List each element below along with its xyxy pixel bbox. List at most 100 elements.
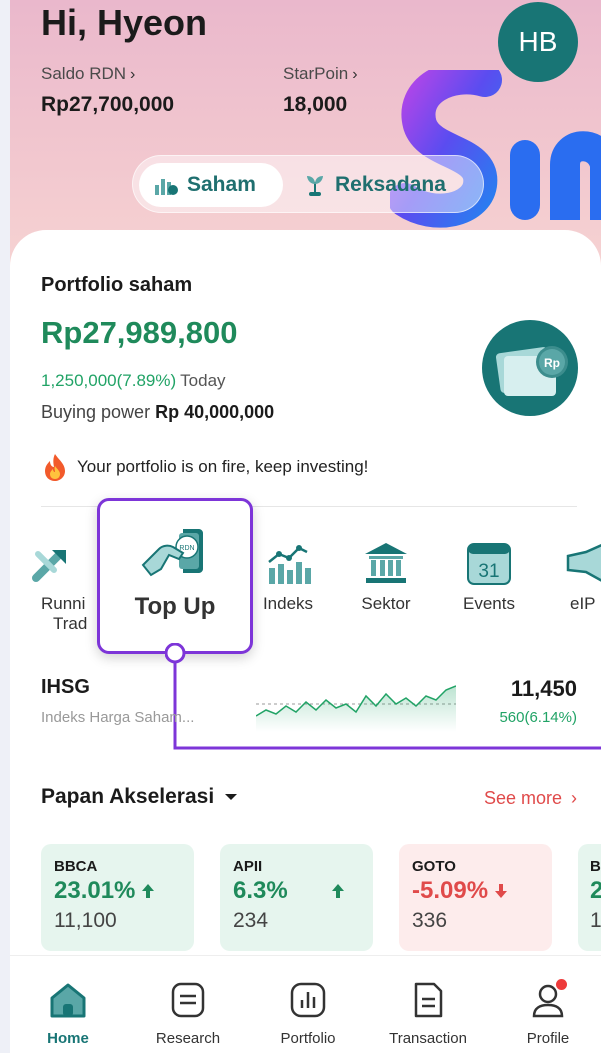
menu-topup[interactable]: RDN Top Up — [97, 498, 253, 654]
papan-title-text: Papan Akselerasi — [41, 785, 215, 808]
money-stack-icon: Rp — [482, 320, 578, 416]
buying-power-value: Rp 40,000,000 — [155, 402, 275, 422]
stock-change-value: 23.01% — [54, 877, 136, 904]
starpoin-value: 18,000 — [283, 93, 348, 116]
stock-change-value: -5.09% — [412, 877, 489, 904]
stock-price: 11,100 — [54, 909, 117, 932]
stock-code: BBCA — [54, 858, 98, 875]
saldo-rdn-link[interactable]: Saldo RDN › — [41, 64, 135, 84]
app-screen: Hi, Hyeon HB Saldo RDN › Rp27,700,000 Sta… — [10, 0, 601, 1053]
papan-akselerasi-dropdown[interactable]: Papan Akselerasi — [41, 785, 238, 809]
buying-power: Buying power Rp 40,000,000 — [41, 402, 274, 423]
stock-change: -5.09% — [412, 877, 539, 905]
nav-portfolio[interactable]: Portfolio — [253, 980, 363, 1047]
stock-card[interactable]: BBCA 23.01% 11,100 — [41, 844, 194, 951]
running-trade-label-line2: Trad — [53, 614, 88, 633]
sektor-label: Sektor — [361, 594, 411, 613]
caret-down-icon — [225, 794, 238, 800]
topup-hand-card-icon: RDN — [141, 529, 203, 577]
stock-change: 2 — [590, 877, 601, 905]
notification-dot — [556, 979, 567, 990]
greeting-text: Hi, Hyeon — [41, 2, 208, 43]
fire-icon — [45, 454, 65, 481]
home-icon — [50, 983, 86, 1018]
avatar[interactable]: HB — [498, 2, 578, 82]
menu-indeks[interactable]: Indeks — [240, 540, 336, 614]
stock-change: 23.01% — [54, 877, 181, 905]
stock-change-value: 2 — [590, 877, 601, 904]
eipo-label: eIP — [570, 594, 596, 613]
stock-price: 234 — [233, 909, 269, 932]
running-trade-label: Runni Trad — [16, 594, 96, 634]
chevron-right-icon: › — [352, 66, 358, 83]
nav-research[interactable]: Research — [133, 980, 243, 1047]
plant-coin-icon — [307, 176, 323, 196]
transaction-document-icon — [414, 982, 443, 1018]
ihsg-sparkline — [256, 685, 456, 732]
tab-saham-label: Saham — [187, 173, 256, 196]
portfolio-title: Portfolio saham — [41, 274, 193, 296]
events-label: Events — [463, 594, 515, 613]
tab-saham[interactable]: Saham — [139, 163, 283, 207]
stock-change-value: 6.3% — [233, 877, 288, 904]
stock-card[interactable]: B 2 1 — [578, 844, 601, 951]
saldo-rdn-value: Rp27,700,000 — [41, 93, 175, 116]
menu-events[interactable]: 31 Events — [441, 540, 537, 614]
running-trade-icon — [32, 550, 66, 582]
arrow-down-icon — [495, 884, 508, 898]
money-badge-text: Rp — [544, 356, 560, 370]
bank-building-icon — [365, 543, 407, 583]
nav-home[interactable]: Home — [13, 980, 123, 1047]
nav-portfolio-label: Portfolio — [280, 1030, 336, 1047]
see-more-link[interactable]: See more › — [484, 788, 577, 809]
tab-reksadana[interactable]: Reksadana — [289, 163, 479, 207]
ihsg-name[interactable]: IHSG — [41, 676, 90, 699]
topup-label: Top Up — [134, 593, 216, 620]
menu-sektor[interactable]: Sektor — [338, 540, 434, 614]
chevron-right-icon: › — [571, 788, 577, 808]
nav-research-label: Research — [155, 1030, 221, 1047]
portfolio-value: Rp27,989,800 — [41, 315, 238, 350]
index-chart-icon — [268, 545, 311, 584]
stock-price: 336 — [412, 909, 448, 932]
portfolio-chart-icon — [290, 982, 326, 1018]
megaphone-icon — [566, 543, 601, 582]
running-trade-label-line1: Runni — [41, 594, 86, 613]
arrow-up-icon — [142, 884, 155, 898]
see-more-label: See more — [483, 788, 562, 808]
portfolio-change-period: Today — [180, 371, 226, 390]
starpoin-label: StarPoin — [283, 64, 349, 83]
menu-eipo[interactable]: eIP — [550, 540, 601, 614]
fire-message-row: Your portfolio is on fire, keep investin… — [41, 452, 368, 482]
nav-transaction[interactable]: Transaction — [373, 980, 483, 1047]
portfolio-change: 1,250,000(7.89%) Today — [41, 371, 226, 391]
stock-code: GOTO — [412, 858, 456, 875]
chevron-right-icon: › — [130, 66, 136, 83]
bottom-nav: Home Research Portfolio Transaction Prof… — [10, 955, 601, 1053]
stock-price: 1 — [590, 909, 601, 932]
ihsg-change: 560(6.14%) — [499, 709, 577, 726]
nav-transaction-label: Transaction — [389, 1030, 467, 1047]
stock-card[interactable]: APII 6.3% 234 — [220, 844, 373, 951]
stock-card[interactable]: GOTO -5.09% 336 — [399, 844, 552, 951]
starpoin-link[interactable]: StarPoin › — [283, 64, 358, 84]
stock-code: B — [590, 858, 601, 875]
stock-chart-icon — [155, 179, 178, 195]
nav-home-label: Home — [47, 1030, 89, 1047]
asset-type-switch: Saham Reksadana — [132, 155, 484, 213]
indeks-label: Indeks — [262, 594, 314, 613]
buying-power-label: Buying power — [41, 402, 151, 422]
main-card: Portfolio saham Rp27,989,800 1,250,000(7… — [10, 230, 601, 1053]
research-document-icon — [171, 982, 205, 1018]
menu-running-trade[interactable]: Runni Trad — [16, 540, 96, 634]
nav-profile-label: Profile — [526, 1030, 570, 1047]
portfolio-change-value: 1,250,000(7.89%) — [41, 371, 177, 390]
saldo-rdn-label: Saldo RDN — [41, 64, 127, 83]
nav-profile[interactable]: Profile — [493, 979, 601, 1047]
calendar-icon: 31 — [467, 543, 511, 585]
ihsg-value: 11,450 — [510, 676, 577, 701]
arrow-up-icon — [332, 884, 344, 898]
fire-message-text: Your portfolio is on fire, keep investin… — [77, 457, 369, 476]
stock-change: 6.3% — [233, 877, 360, 905]
calendar-day: 31 — [478, 561, 499, 582]
